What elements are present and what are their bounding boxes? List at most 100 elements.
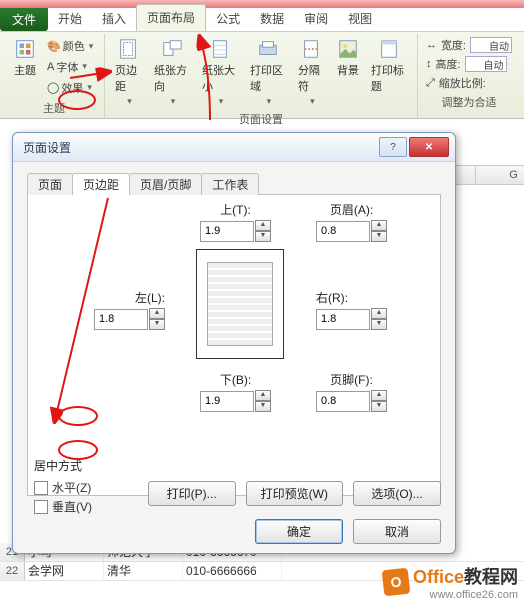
height-value[interactable]: 自动 — [465, 56, 507, 72]
tab-data[interactable]: 数据 — [250, 6, 294, 31]
dialog-action-row-1: 打印(P)... 打印预览(W) 选项(O)... — [13, 481, 455, 506]
top-spinner[interactable]: ▲▼ — [200, 220, 271, 242]
print-area-button[interactable]: 打印区域 — [246, 36, 290, 109]
print-area-icon — [257, 38, 279, 60]
right-spinner[interactable]: ▲▼ — [316, 308, 387, 330]
tab-formulas[interactable]: 公式 — [206, 6, 250, 31]
tab-review[interactable]: 审阅 — [294, 6, 338, 31]
group-themes-label: 主题 — [10, 98, 98, 116]
height-label: 高度: — [435, 56, 460, 72]
spin-up-icon[interactable]: ▲ — [149, 308, 165, 319]
group-scale-label: 调整为合适 — [424, 92, 514, 110]
row-header[interactable]: 22 — [0, 562, 25, 580]
header-input[interactable] — [316, 221, 370, 242]
breaks-icon — [300, 38, 322, 60]
watermark-icon: O — [382, 568, 411, 597]
spin-down-icon[interactable]: ▼ — [371, 231, 387, 242]
spin-down-icon[interactable]: ▼ — [255, 401, 271, 412]
scale-height-row[interactable]: ↕高度:自动 — [424, 55, 514, 73]
spin-down-icon[interactable]: ▼ — [371, 401, 387, 412]
footer-label: 页脚(F): — [330, 371, 373, 388]
tab-home[interactable]: 开始 — [48, 6, 92, 31]
bottom-input[interactable] — [200, 391, 254, 412]
scale-width-row[interactable]: ↔宽度:自动 — [424, 36, 514, 54]
effects-button[interactable]: ◯效果 — [44, 79, 96, 97]
dialog-title: 页面设置 — [23, 139, 379, 156]
colors-icon: 🎨 — [47, 40, 61, 53]
options-button[interactable]: 选项(O)... — [353, 481, 441, 506]
page-setup-dialog: 页面设置 ? ✕ 页面 页边距 页眉/页脚 工作表 上(T): ▲▼ 页眉(A)… — [12, 132, 456, 554]
orientation-button[interactable]: 纸张方向 — [150, 36, 194, 109]
effects-icon: ◯ — [47, 81, 59, 94]
cell[interactable]: 会学网 — [25, 562, 104, 580]
bottom-spinner[interactable]: ▲▼ — [200, 390, 271, 412]
ok-button[interactable]: 确定 — [255, 519, 343, 544]
watermark-brand: Office教程网 — [413, 563, 518, 589]
margin-preview — [196, 249, 284, 359]
watermark: O Office教程网 www.office26.com — [383, 563, 518, 601]
col-g[interactable]: G — [476, 166, 524, 184]
ribbon-tabs: 文件 开始 插入 页面布局 公式 数据 审阅 视图 — [0, 8, 524, 32]
fonts-icon: A — [47, 61, 54, 73]
print-area-label: 打印区域 — [250, 62, 286, 94]
themes-button[interactable]: 主题 — [10, 36, 40, 98]
spin-down-icon[interactable]: ▼ — [371, 319, 387, 330]
watermark-url: www.office26.com — [413, 589, 518, 601]
spin-up-icon[interactable]: ▲ — [255, 390, 271, 401]
left-input[interactable] — [94, 309, 148, 330]
dlg-tab-headerfooter[interactable]: 页眉/页脚 — [129, 173, 202, 195]
colors-button[interactable]: 🎨颜色 — [44, 37, 96, 55]
background-button[interactable]: 背景 — [333, 36, 363, 109]
dlg-tab-page[interactable]: 页面 — [27, 173, 73, 195]
group-themes: 主题 🎨颜色 A字体 ◯效果 主题 — [4, 34, 105, 118]
spin-up-icon[interactable]: ▲ — [255, 220, 271, 231]
spin-down-icon[interactable]: ▼ — [149, 319, 165, 330]
orientation-label: 纸张方向 — [154, 62, 190, 94]
dialog-titlebar[interactable]: 页面设置 ? ✕ — [13, 133, 455, 162]
right-input[interactable] — [316, 309, 370, 330]
width-value[interactable]: 自动 — [470, 37, 512, 53]
breaks-label: 分隔符 — [298, 62, 325, 94]
print-titles-label: 打印标题 — [371, 62, 407, 94]
close-button[interactable]: ✕ — [409, 137, 449, 157]
left-label: 左(L): — [135, 289, 165, 306]
margins-button[interactable]: 页边距 — [111, 36, 146, 109]
tab-page-layout[interactable]: 页面布局 — [136, 4, 206, 31]
file-tab[interactable]: 文件 — [0, 8, 48, 31]
size-label: 纸张大小 — [202, 62, 238, 94]
orientation-icon — [161, 38, 183, 60]
footer-spinner[interactable]: ▲▼ — [316, 390, 387, 412]
header-label: 页眉(A): — [330, 201, 373, 218]
tab-insert[interactable]: 插入 — [92, 6, 136, 31]
footer-input[interactable] — [316, 391, 370, 412]
print-preview-button[interactable]: 打印预览(W) — [246, 481, 343, 506]
fonts-button[interactable]: A字体 — [44, 58, 96, 76]
dlg-tab-margins[interactable]: 页边距 — [72, 173, 130, 195]
breaks-button[interactable]: 分隔符 — [294, 36, 329, 109]
tab-view[interactable]: 视图 — [338, 6, 382, 31]
group-page-setup: 页边距 纸张方向 纸张大小 打印区域 分隔符 背景 — [105, 34, 418, 118]
margins-label: 页边距 — [115, 62, 142, 94]
help-button[interactable]: ? — [379, 137, 407, 157]
print-button[interactable]: 打印(P)... — [148, 481, 236, 506]
margins-icon — [117, 38, 139, 60]
size-button[interactable]: 纸张大小 — [198, 36, 242, 109]
scale-percent-row[interactable]: ⤢缩放比例: — [424, 74, 514, 92]
spin-up-icon[interactable]: ▲ — [371, 390, 387, 401]
print-titles-button[interactable]: 打印标题 — [367, 36, 411, 109]
center-label: 居中方式 — [34, 457, 92, 474]
spin-up-icon[interactable]: ▲ — [371, 308, 387, 319]
scale-icon: ⤢ — [426, 77, 435, 90]
left-spinner[interactable]: ▲▼ — [94, 308, 165, 330]
spin-down-icon[interactable]: ▼ — [255, 231, 271, 242]
background-label: 背景 — [337, 62, 359, 78]
right-label: 右(R): — [316, 289, 348, 306]
themes-icon — [14, 38, 36, 60]
header-spinner[interactable]: ▲▼ — [316, 220, 387, 242]
dlg-tab-sheet[interactable]: 工作表 — [201, 173, 259, 195]
cancel-button[interactable]: 取消 — [353, 519, 441, 544]
top-input[interactable] — [200, 221, 254, 242]
cell[interactable]: 010-6666666 — [183, 562, 282, 580]
cell[interactable]: 清华 — [104, 562, 183, 580]
spin-up-icon[interactable]: ▲ — [371, 220, 387, 231]
